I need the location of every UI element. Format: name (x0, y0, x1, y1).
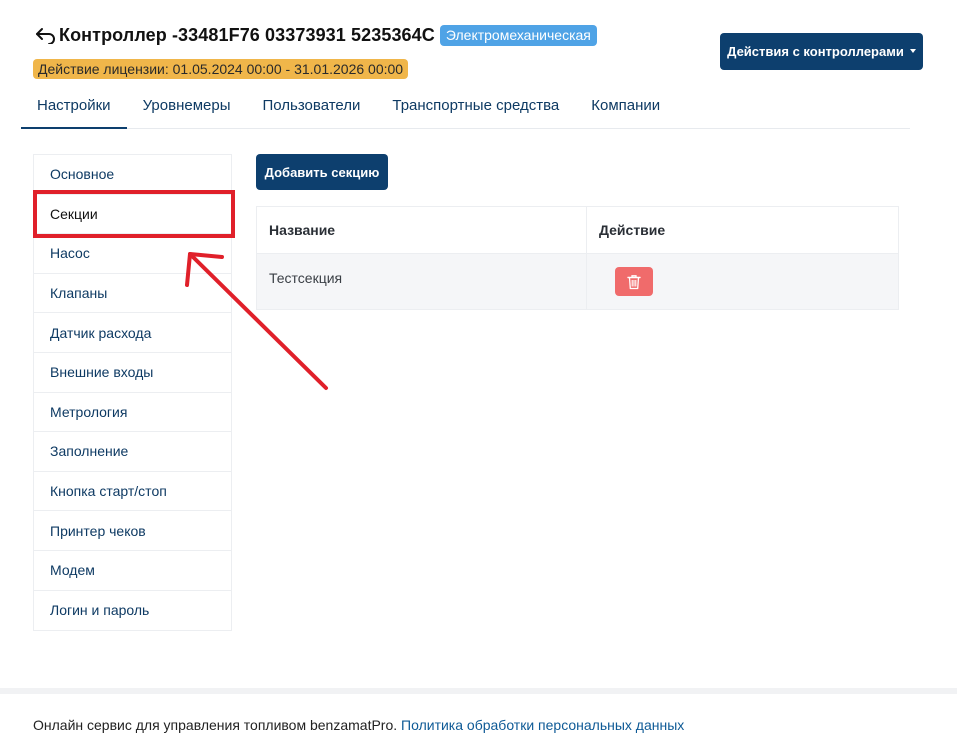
table-header-row: Название Действие (257, 207, 898, 254)
sidebar-item-valves[interactable]: Клапаны (34, 274, 231, 314)
sidebar-item-sections[interactable]: Секции (34, 195, 231, 235)
delete-section-button[interactable] (615, 267, 653, 296)
sidebar-item-metrology[interactable]: Метрология (34, 393, 231, 433)
controller-actions-label: Действия с контроллерами (727, 44, 904, 59)
settings-sidebar: Основное Секции Насос Клапаны Датчик рас… (33, 154, 232, 632)
sidebar-item-pump[interactable]: Насос (34, 234, 231, 274)
action-cell (587, 254, 898, 309)
page-header: Контроллер -33481F76 03373931 5235364C Э… (33, 24, 597, 46)
sidebar-item-external-inputs[interactable]: Внешние входы (34, 353, 231, 393)
tab-vehicles[interactable]: Транспортные средства (376, 86, 575, 129)
page: Контроллер -33481F76 03373931 5235364C Э… (0, 0, 957, 746)
controller-actions-button[interactable]: Действия с контроллерами (720, 33, 923, 70)
sidebar-item-filling[interactable]: Заполнение (34, 432, 231, 472)
page-title: Контроллер -33481F76 03373931 5235364C (59, 24, 435, 45)
add-section-button[interactable]: Добавить секцию (256, 154, 388, 190)
footer-divider (0, 688, 957, 694)
section-name-cell: Тестсекция (257, 254, 587, 309)
footer: Онлайн сервис для управления топливом be… (33, 717, 684, 733)
caret-down-icon (909, 48, 916, 53)
column-header-name: Название (257, 207, 587, 253)
back-arrow-icon[interactable] (33, 24, 59, 46)
controller-type-badge: Электромеханическая (439, 24, 597, 46)
sidebar-item-start-stop-button[interactable]: Кнопка старт/стоп (34, 472, 231, 512)
column-header-action: Действие (599, 222, 666, 238)
tab-bar: Настройки Уровнемеры Пользователи Трансп… (21, 86, 910, 129)
tab-settings[interactable]: Настройки (21, 86, 127, 129)
sidebar-item-receipt-printer[interactable]: Принтер чеков (34, 511, 231, 551)
sidebar-item-modem[interactable]: Модем (34, 551, 231, 591)
sidebar-item-basic[interactable]: Основное (34, 155, 231, 195)
table-row: Тестсекция (257, 254, 898, 309)
footer-text: Онлайн сервис для управления топливом be… (33, 717, 398, 733)
tab-level-gauges[interactable]: Уровнемеры (127, 86, 247, 129)
license-badge: Действие лицензии: 01.05.2024 00:00 - 31… (33, 59, 409, 79)
tab-users[interactable]: Пользователи (246, 86, 376, 129)
trash-icon (627, 274, 641, 289)
sidebar-item-login-password[interactable]: Логин и пароль (34, 591, 231, 631)
sidebar-item-flow-sensor[interactable]: Датчик расхода (34, 313, 231, 353)
privacy-policy-link[interactable]: Политика обработки персональных данных (401, 717, 684, 733)
sections-table: Название Действие Тестсекция (256, 206, 899, 310)
tab-companies[interactable]: Компании (575, 86, 676, 129)
